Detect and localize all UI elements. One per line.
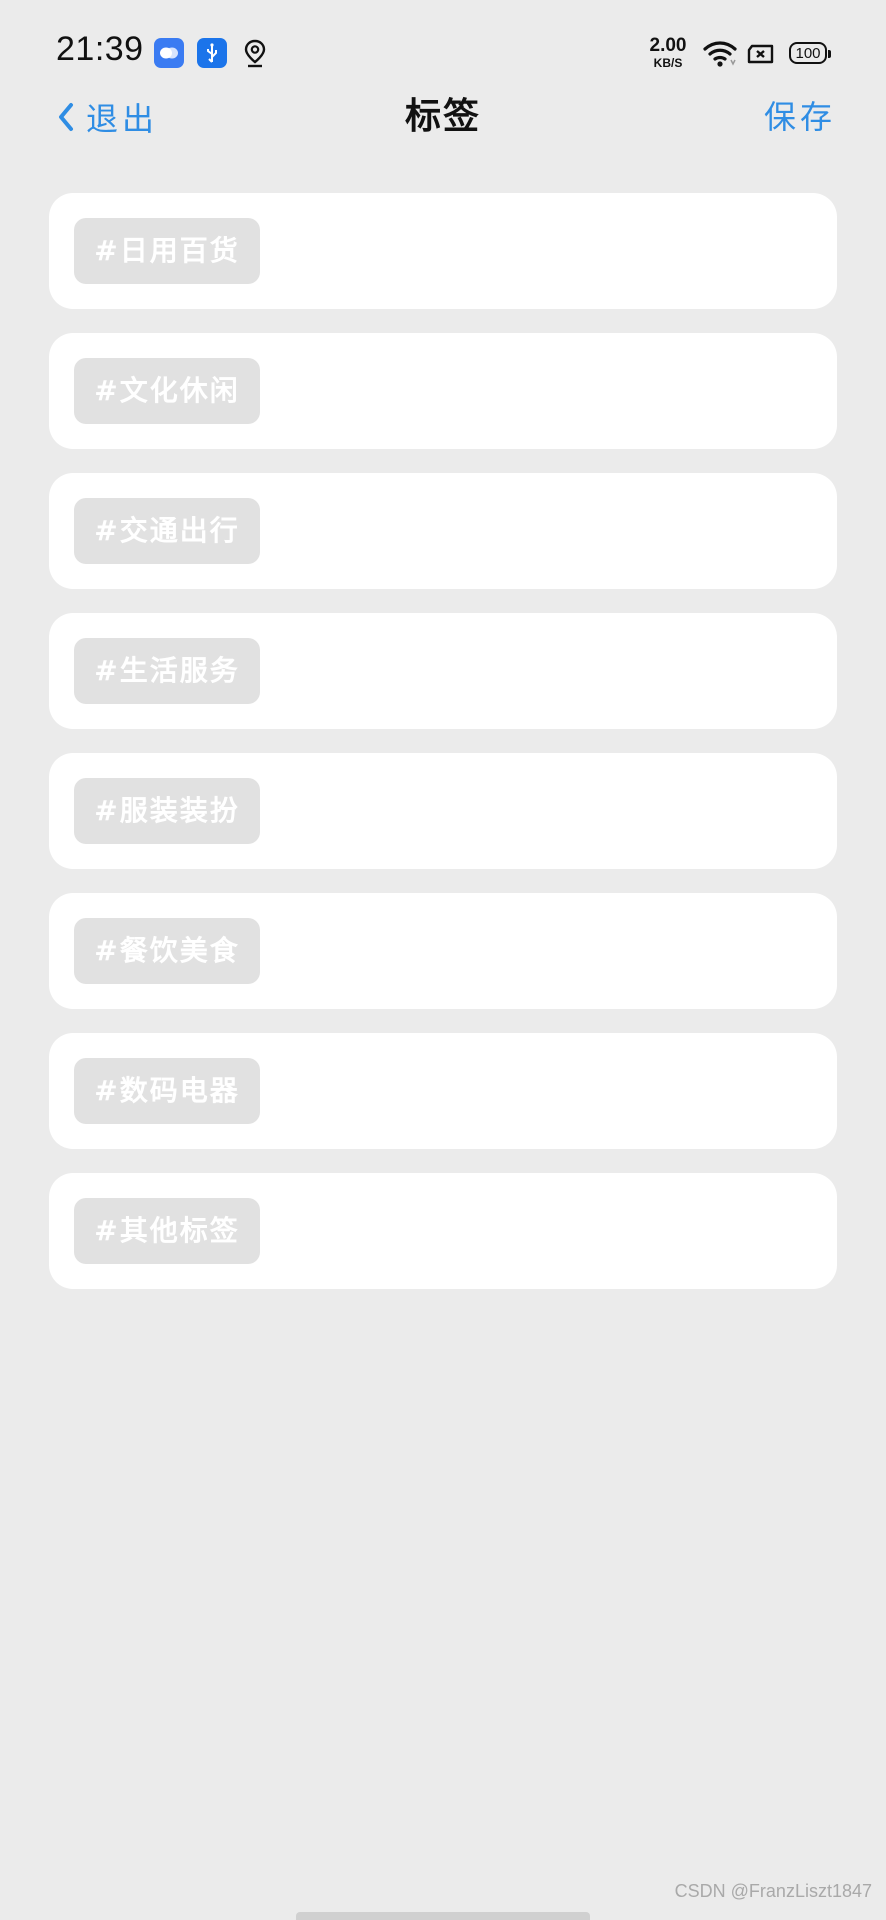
tag-card: #文化休闲 [49,333,837,449]
status-bar: 21:39 2.00 KB/S 100 [0,0,886,92]
location-icon [242,38,268,68]
tag-card: #数码电器 [49,1033,837,1149]
screen: 21:39 2.00 KB/S 100 退出 标签 保存 #日用百货 #文化休闲… [0,0,886,1920]
home-indicator[interactable] [296,1912,590,1920]
tag-chip[interactable]: #其他标签 [74,1198,260,1264]
tag-chip[interactable]: #生活服务 [74,638,260,704]
nav-bar: 退出 标签 保存 [0,92,886,192]
tag-card: #生活服务 [49,613,837,729]
page-title: 标签 [404,96,481,137]
tag-chip[interactable]: #餐饮美食 [74,918,260,984]
tag-card: #服装装扮 [49,753,837,869]
status-time: 21:39 [56,30,144,68]
network-speed-unit: KB/S [653,56,683,70]
tag-chip[interactable]: #文化休闲 [74,358,260,424]
sim-off-icon [747,44,775,64]
wifi-icon [702,40,738,68]
usb-icon [197,38,227,68]
tag-card: #交通出行 [49,473,837,589]
battery-icon: 100 [789,42,831,64]
tag-chip[interactable]: #服装装扮 [74,778,260,844]
network-speed-value: 2.00 [649,35,687,56]
network-speed: 2.00 KB/S [646,36,690,69]
save-button[interactable]: 保存 [764,92,836,142]
tag-chip[interactable]: #日用百货 [74,218,260,284]
tag-list: #日用百货 #文化休闲 #交通出行 #生活服务 #服装装扮 #餐饮美食 #数码电… [49,193,837,1313]
tag-chip[interactable]: #交通出行 [74,498,260,564]
tag-card: #日用百货 [49,193,837,309]
tag-card: #餐饮美食 [49,893,837,1009]
tag-card: #其他标签 [49,1173,837,1289]
tag-chip[interactable]: #数码电器 [74,1058,260,1124]
watermark: CSDN @FranzLiszt1847 [674,1881,872,1901]
app-bubble-icon [154,38,184,68]
